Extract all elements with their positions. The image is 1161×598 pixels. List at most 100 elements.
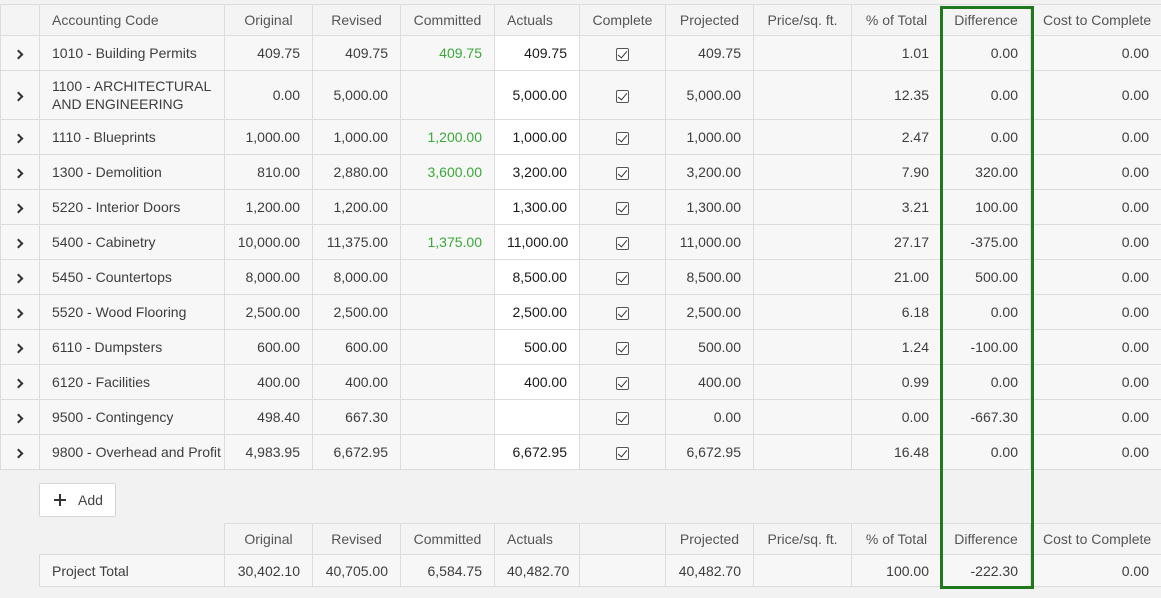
chevron-right-icon[interactable] xyxy=(13,133,24,144)
cell-actuals[interactable]: 1,000.00 xyxy=(494,119,580,155)
cell-accounting-code: 9800 - Overhead and Profit xyxy=(39,434,225,470)
chevron-right-icon[interactable] xyxy=(13,91,24,102)
cell-cost-to-complete: 0.00 xyxy=(1030,364,1161,400)
table-row: 6110 - Dumpsters 600.00 600.00 500.00 50… xyxy=(0,329,1161,365)
header-cost-to-complete[interactable]: Cost to Complete xyxy=(1030,4,1161,36)
cell-price-sqft xyxy=(753,70,852,120)
row-expander[interactable] xyxy=(0,189,40,225)
checkbox-checked-icon[interactable] xyxy=(616,411,629,425)
totals-table: Original Revised Committed Actuals Proje… xyxy=(39,523,1161,587)
cell-accounting-code: 9500 - Contingency xyxy=(39,399,225,435)
header-pct-total[interactable]: % of Total xyxy=(851,4,942,36)
checkbox-checked-icon[interactable] xyxy=(616,47,629,61)
cell-projected: 500.00 xyxy=(665,329,754,365)
expander-header xyxy=(0,4,40,36)
checkbox-checked-icon[interactable] xyxy=(616,131,629,145)
header-complete[interactable]: Complete xyxy=(579,4,666,36)
cell-pct-total: 7.90 xyxy=(851,154,942,190)
cell-projected: 400.00 xyxy=(665,364,754,400)
cell-actuals[interactable]: 500.00 xyxy=(494,329,580,365)
cell-actuals[interactable]: 409.75 xyxy=(494,35,580,71)
header-committed[interactable]: Committed xyxy=(400,4,495,36)
row-expander[interactable] xyxy=(0,154,40,190)
cell-complete xyxy=(579,294,666,330)
header-original[interactable]: Original xyxy=(224,4,313,36)
row-expander[interactable] xyxy=(0,70,40,120)
cell-actuals[interactable]: 11,000.00 xyxy=(494,224,580,260)
checkbox-checked-icon[interactable] xyxy=(616,446,629,460)
add-button[interactable]: Add xyxy=(39,483,116,517)
row-expander[interactable] xyxy=(0,259,40,295)
table-row: 9500 - Contingency 498.40 667.30 0.00 0.… xyxy=(0,399,1161,435)
cell-actuals[interactable]: 1,300.00 xyxy=(494,189,580,225)
row-expander[interactable] xyxy=(0,364,40,400)
header-revised[interactable]: Revised xyxy=(312,4,401,36)
cell-cost-to-complete: 0.00 xyxy=(1030,35,1161,71)
cell-cost-to-complete: 0.00 xyxy=(1030,119,1161,155)
chevron-right-icon[interactable] xyxy=(13,343,24,354)
cell-cost-to-complete: 0.00 xyxy=(1030,294,1161,330)
cell-committed xyxy=(400,329,495,365)
plus-icon xyxy=(54,494,66,506)
checkbox-checked-icon[interactable] xyxy=(616,341,629,355)
chevron-right-icon[interactable] xyxy=(13,168,24,179)
chevron-right-icon[interactable] xyxy=(13,238,24,249)
checkbox-checked-icon[interactable] xyxy=(616,166,629,180)
total-original: 30,402.10 xyxy=(224,554,313,587)
header-accounting-code[interactable]: Accounting Code xyxy=(39,4,225,36)
cell-original: 1,200.00 xyxy=(224,189,313,225)
cell-pct-total: 6.18 xyxy=(851,294,942,330)
cell-actuals[interactable]: 8,500.00 xyxy=(494,259,580,295)
header-actuals[interactable]: Actuals xyxy=(494,4,580,36)
cell-original: 8,000.00 xyxy=(224,259,313,295)
totals-header-projected: Projected xyxy=(665,523,754,555)
cell-price-sqft xyxy=(753,259,852,295)
cell-difference: 0.00 xyxy=(941,434,1031,470)
cell-actuals[interactable]: 2,500.00 xyxy=(494,294,580,330)
cell-original: 600.00 xyxy=(224,329,313,365)
row-expander[interactable] xyxy=(0,294,40,330)
total-revised: 40,705.00 xyxy=(312,554,401,587)
checkbox-checked-icon[interactable] xyxy=(616,271,629,285)
cell-pct-total: 0.99 xyxy=(851,364,942,400)
cell-price-sqft xyxy=(753,329,852,365)
cell-projected: 3,200.00 xyxy=(665,154,754,190)
cell-price-sqft xyxy=(753,35,852,71)
cell-cost-to-complete: 0.00 xyxy=(1030,399,1161,435)
cell-accounting-code: 5520 - Wood Flooring xyxy=(39,294,225,330)
cell-difference: 0.00 xyxy=(941,364,1031,400)
cell-actuals[interactable]: 5,000.00 xyxy=(494,70,580,120)
row-expander[interactable] xyxy=(0,224,40,260)
chevron-right-icon[interactable] xyxy=(13,378,24,389)
row-expander[interactable] xyxy=(0,35,40,71)
header-difference[interactable]: Difference xyxy=(941,4,1031,36)
table-row: 1110 - Blueprints 1,000.00 1,000.00 1,20… xyxy=(0,119,1161,155)
cell-cost-to-complete: 0.00 xyxy=(1030,329,1161,365)
total-price-sqft xyxy=(753,554,852,587)
chevron-right-icon[interactable] xyxy=(13,413,24,424)
row-expander[interactable] xyxy=(0,399,40,435)
cell-actuals[interactable]: 400.00 xyxy=(494,364,580,400)
chevron-right-icon[interactable] xyxy=(13,203,24,214)
checkbox-checked-icon[interactable] xyxy=(616,201,629,215)
header-price-sqft[interactable]: Price/sq. ft. xyxy=(753,4,852,36)
cell-actuals[interactable]: 3,200.00 xyxy=(494,154,580,190)
cell-difference: 320.00 xyxy=(941,154,1031,190)
row-expander[interactable] xyxy=(0,434,40,470)
cell-complete xyxy=(579,329,666,365)
checkbox-checked-icon[interactable] xyxy=(616,376,629,390)
chevron-right-icon[interactable] xyxy=(13,49,24,60)
row-expander[interactable] xyxy=(0,119,40,155)
chevron-right-icon[interactable] xyxy=(13,308,24,319)
cell-actuals[interactable] xyxy=(494,399,580,435)
table-row: 6120 - Facilities 400.00 400.00 400.00 4… xyxy=(0,364,1161,400)
header-projected[interactable]: Projected xyxy=(665,4,754,36)
cell-complete xyxy=(579,35,666,71)
cell-actuals[interactable]: 6,672.95 xyxy=(494,434,580,470)
checkbox-checked-icon[interactable] xyxy=(616,89,629,103)
checkbox-checked-icon[interactable] xyxy=(616,236,629,250)
checkbox-checked-icon[interactable] xyxy=(616,306,629,320)
row-expander[interactable] xyxy=(0,329,40,365)
chevron-right-icon[interactable] xyxy=(13,448,24,459)
chevron-right-icon[interactable] xyxy=(13,273,24,284)
